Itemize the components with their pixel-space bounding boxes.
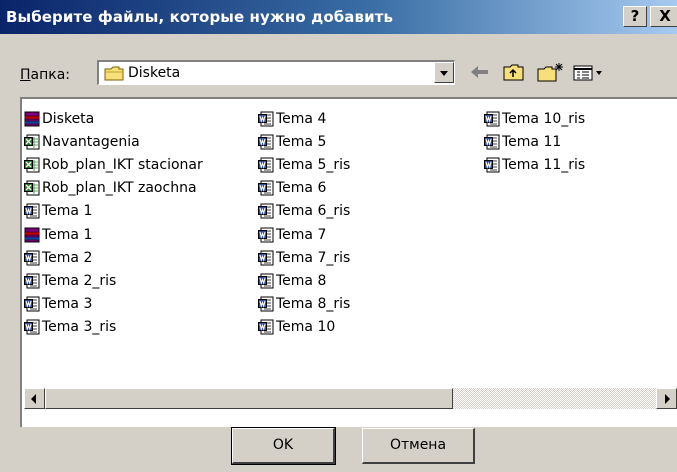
file-item[interactable]: Tema 2_ris	[24, 269, 203, 292]
file-item[interactable]: Tema 6_ris	[258, 200, 350, 223]
scroll-right-icon[interactable]	[656, 388, 677, 409]
file-item[interactable]: Navantagenia	[24, 130, 203, 153]
file-item-label: Tema 7_ris	[276, 249, 351, 266]
folder-icon	[104, 65, 124, 81]
word-icon	[24, 273, 40, 289]
new-folder-icon[interactable]	[534, 60, 566, 85]
file-item-label: Navantagenia	[42, 133, 140, 150]
horizontal-scrollbar[interactable]	[24, 388, 677, 409]
help-button[interactable]: ?	[623, 6, 647, 27]
close-button[interactable]: X	[650, 6, 677, 27]
file-item-label: Tema 5	[276, 133, 327, 150]
scrollbar-thumb[interactable]	[45, 388, 453, 409]
database-icon	[24, 227, 40, 243]
folder-combobox-value: Disketa	[128, 65, 181, 81]
file-item[interactable]: Tema 11_ris	[484, 153, 585, 176]
file-item-label: Tema 3	[42, 296, 93, 313]
word-icon	[484, 134, 500, 150]
file-list[interactable]: Disketa Navantagenia Rob_plan_IKT staciona…	[20, 97, 677, 427]
file-item-label: Tema 11_ris	[502, 156, 586, 173]
file-item[interactable]: Tema 1	[24, 223, 203, 246]
word-icon	[24, 296, 40, 312]
ok-button[interactable]: OK	[231, 427, 336, 465]
folder-label-text: апка:	[30, 67, 71, 83]
word-icon	[24, 319, 40, 335]
word-icon	[258, 296, 274, 312]
word-icon	[258, 134, 274, 150]
file-item[interactable]: Tema 8	[258, 269, 350, 292]
file-item-label: Tema 8_ris	[276, 296, 351, 313]
file-item-label: Tema 10_ris	[502, 110, 586, 127]
file-item-label: Tema 5_ris	[276, 156, 351, 173]
file-item[interactable]: Tema 3	[24, 293, 203, 316]
file-item[interactable]: Tema 5	[258, 130, 350, 153]
folder-label-accelerator: П	[20, 67, 31, 83]
database-icon	[24, 111, 40, 127]
file-item[interactable]: Tema 7	[258, 223, 350, 246]
file-column-3: Tema 10_ris Tema 11 Tema 11_ris	[484, 107, 585, 177]
view-menu-icon[interactable]	[570, 60, 618, 85]
file-item-label: Tema 7	[276, 226, 327, 243]
excel-icon	[24, 134, 40, 150]
file-item[interactable]: Tema 2	[24, 246, 203, 269]
file-item-label: Tema 2	[42, 249, 93, 266]
title-bar: Выберите файлы, которые нужно добавить ?…	[0, 0, 677, 34]
file-item[interactable]: Tema 10	[258, 316, 350, 339]
cancel-button[interactable]: Отмена	[362, 428, 475, 464]
file-item[interactable]: Tema 6	[258, 177, 350, 200]
folder-label: Папка:	[20, 67, 70, 83]
file-item-label: Disketa	[42, 110, 95, 127]
file-item[interactable]: Rob_plan_IKT stacionar	[24, 153, 203, 176]
word-icon	[24, 203, 40, 219]
file-item-label: Tema 6	[276, 180, 327, 197]
up-folder-icon[interactable]	[500, 60, 528, 85]
file-item[interactable]: Tema 1	[24, 200, 203, 223]
file-item[interactable]: Tema 11	[484, 130, 585, 153]
word-icon	[258, 180, 274, 196]
file-item[interactable]: Disketa	[24, 107, 203, 130]
word-icon	[24, 250, 40, 266]
file-item-label: Tema 8	[276, 272, 327, 289]
chevron-down-icon[interactable]	[434, 62, 454, 83]
word-icon	[258, 250, 274, 266]
file-column-1: Disketa Navantagenia Rob_plan_IKT staciona…	[24, 107, 203, 339]
file-item-label: Tema 10	[276, 319, 336, 336]
file-item-label: Tema 1	[42, 203, 93, 220]
file-item-label: Tema 3_ris	[42, 319, 117, 336]
file-item[interactable]: Tema 7_ris	[258, 246, 350, 269]
file-item[interactable]: Tema 3_ris	[24, 316, 203, 339]
word-icon	[258, 111, 274, 127]
folder-combobox[interactable]: Disketa	[97, 60, 455, 85]
file-item-label: Tema 2_ris	[42, 272, 117, 289]
word-icon	[258, 203, 274, 219]
file-item-label: Rob_plan_IKT stacionar	[42, 156, 203, 173]
word-icon	[258, 157, 274, 173]
excel-icon	[24, 157, 40, 173]
window-title: Выберите файлы, которые нужно добавить	[6, 8, 394, 26]
word-icon	[484, 111, 500, 127]
word-icon	[258, 273, 274, 289]
file-item-label: Tema 11	[502, 133, 562, 150]
file-column-2: Tema 4 Tema 5 Tema 5_ris Tema 6 Tema 6_ris Te…	[258, 107, 350, 339]
file-item-label: Tema 4	[276, 110, 327, 127]
file-item[interactable]: Tema 8_ris	[258, 293, 350, 316]
word-icon	[484, 157, 500, 173]
file-item[interactable]: Rob_plan_IKT zaochna	[24, 177, 203, 200]
file-item-label: Tema 1	[42, 226, 93, 243]
scroll-left-icon[interactable]	[24, 388, 45, 409]
file-item[interactable]: Tema 5_ris	[258, 153, 350, 176]
word-icon	[258, 227, 274, 243]
word-icon	[258, 319, 274, 335]
file-item-label: Rob_plan_IKT zaochna	[42, 180, 197, 197]
file-item[interactable]: Tema 4	[258, 107, 350, 130]
excel-icon	[24, 180, 40, 196]
file-item[interactable]: Tema 10_ris	[484, 107, 585, 130]
back-arrow-icon[interactable]	[466, 60, 494, 85]
file-item-label: Tema 6_ris	[276, 203, 351, 220]
